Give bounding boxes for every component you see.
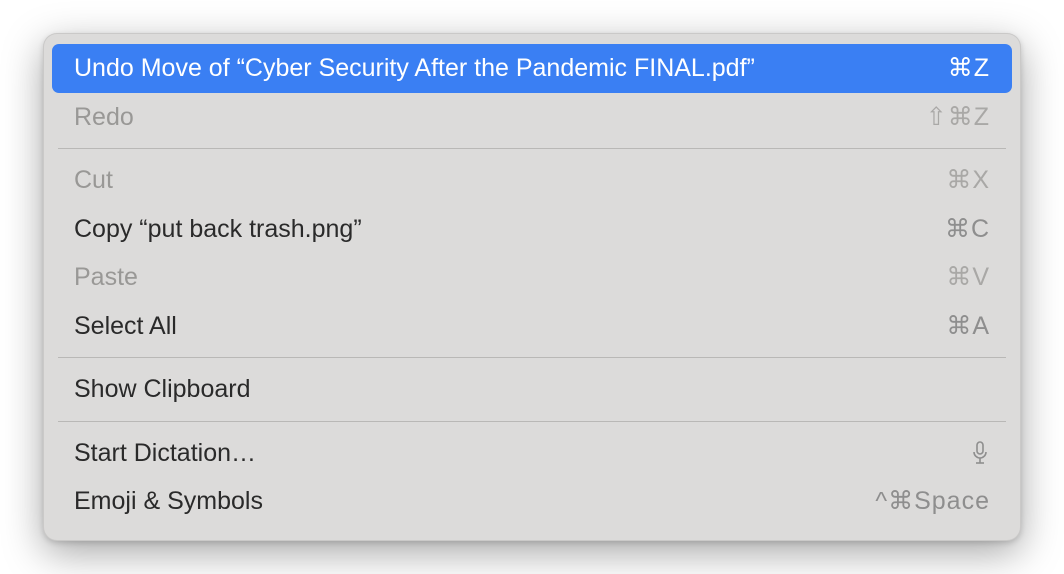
- menu-item-label: Select All: [74, 310, 177, 343]
- menu-item-label: Start Dictation…: [74, 437, 256, 470]
- menu-item-label: Undo Move of “Cyber Security After the P…: [74, 52, 755, 85]
- menu-item-show-clipboard[interactable]: Show Clipboard: [52, 365, 1012, 414]
- menu-separator: [58, 357, 1006, 358]
- menu-item-redo[interactable]: Redo ⇧⌘Z: [52, 93, 1012, 142]
- menu-item-shortcut: ⌘Z: [948, 52, 990, 85]
- menu-item-label: Show Clipboard: [74, 373, 251, 406]
- menu-item-shortcut: ⌘X: [946, 164, 990, 197]
- menu-item-label: Paste: [74, 261, 138, 294]
- menu-item-paste[interactable]: Paste ⌘V: [52, 253, 1012, 302]
- menu-item-shortcut: ⌘V: [946, 261, 990, 294]
- menu-item-label: Emoji & Symbols: [74, 485, 263, 518]
- menu-separator: [58, 421, 1006, 422]
- menu-item-shortcut: ⌘C: [945, 213, 990, 246]
- menu-item-undo[interactable]: Undo Move of “Cyber Security After the P…: [52, 44, 1012, 93]
- menu-item-cut[interactable]: Cut ⌘X: [52, 156, 1012, 205]
- menu-item-select-all[interactable]: Select All ⌘A: [52, 302, 1012, 351]
- microphone-icon: [970, 440, 990, 466]
- menu-separator: [58, 148, 1006, 149]
- menu-item-emoji-symbols[interactable]: Emoji & Symbols ^⌘Space: [52, 477, 1012, 526]
- menu-item-shortcut: ⌘A: [946, 310, 990, 343]
- menu-item-label: Redo: [74, 101, 134, 134]
- menu-item-shortcut: ⇧⌘Z: [926, 101, 990, 134]
- menu-item-label: Cut: [74, 164, 113, 197]
- menu-item-copy[interactable]: Copy “put back trash.png” ⌘C: [52, 205, 1012, 254]
- menu-item-shortcut: ^⌘Space: [875, 485, 990, 518]
- menu-item-label: Copy “put back trash.png”: [74, 213, 362, 246]
- edit-menu: Undo Move of “Cyber Security After the P…: [43, 33, 1021, 541]
- menu-item-start-dictation[interactable]: Start Dictation…: [52, 429, 1012, 478]
